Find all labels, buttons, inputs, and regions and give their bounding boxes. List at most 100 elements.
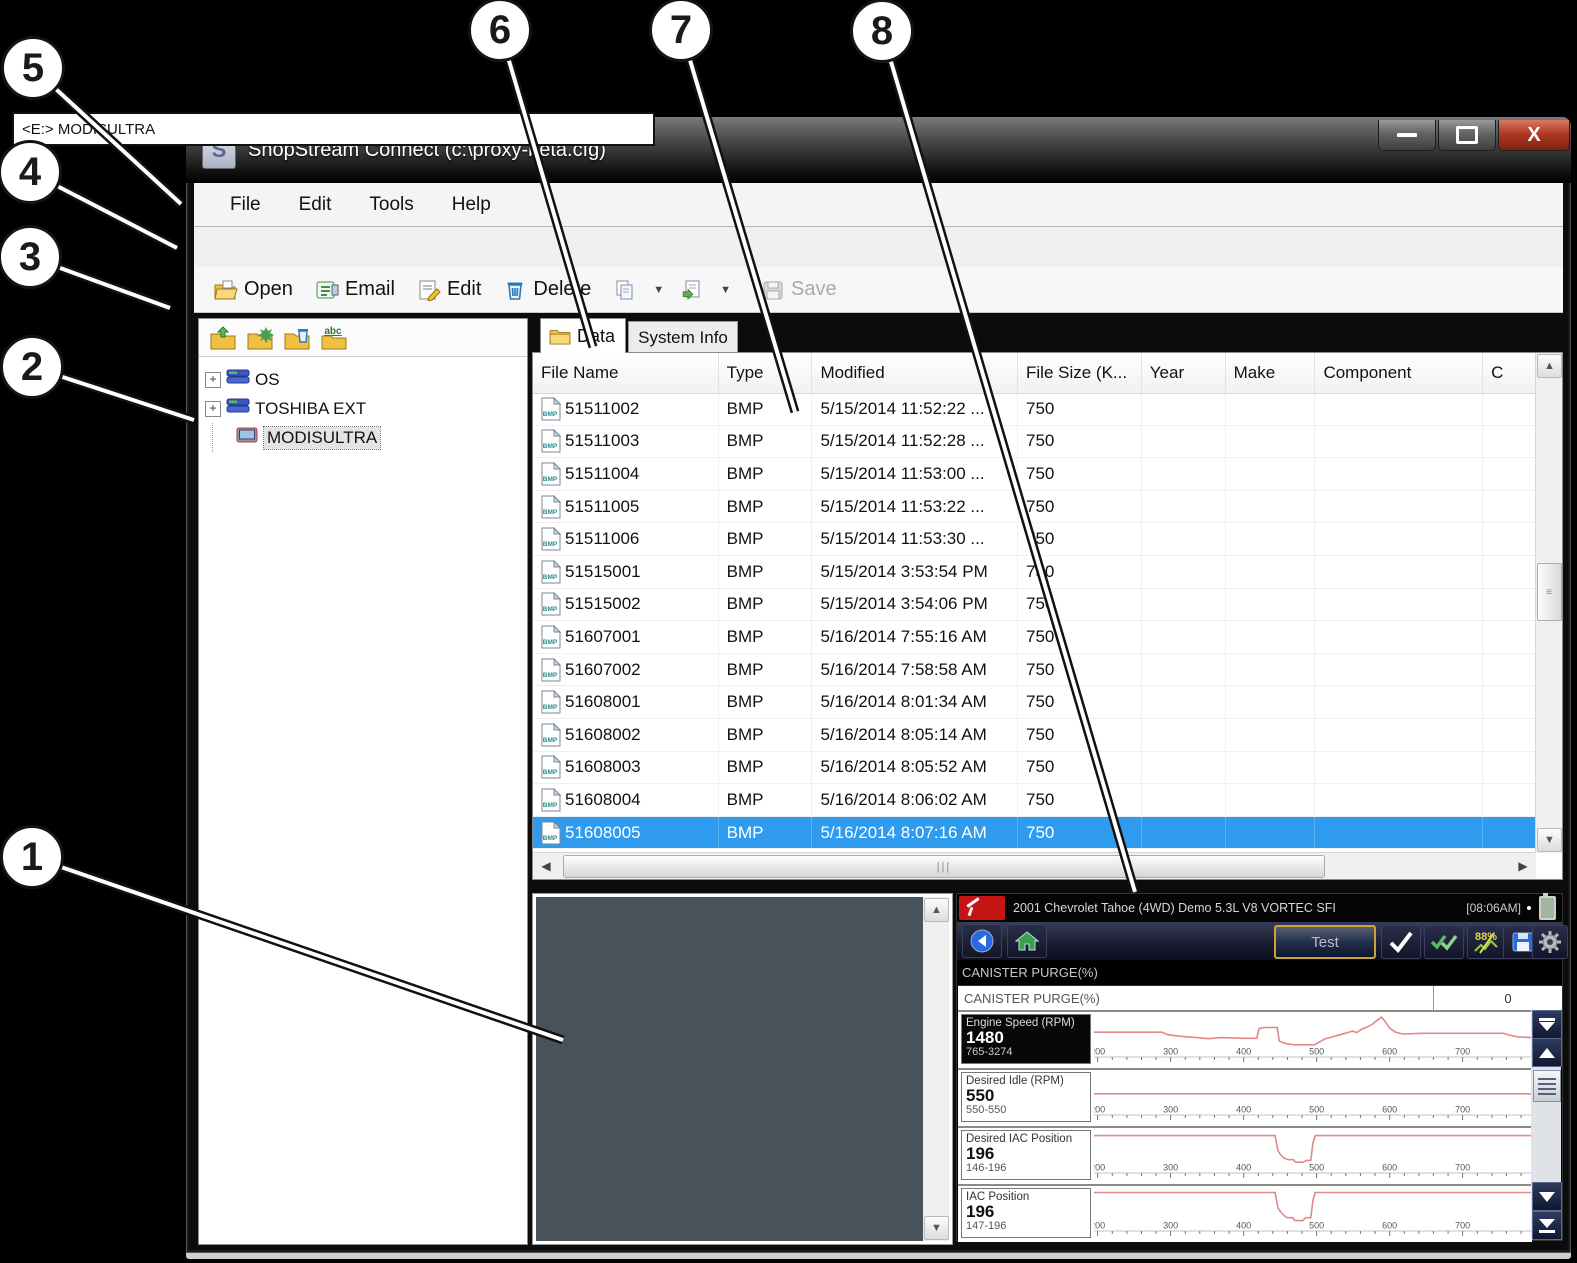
table-row-51515002[interactable]: BMP51515002BMP5/15/2014 3:54:06 PM750 (533, 589, 1536, 622)
table-cell (1483, 621, 1536, 653)
column-header-type[interactable]: Type (719, 353, 813, 393)
scroll-down-arrow-icon[interactable]: ▼ (924, 1216, 949, 1240)
menu-item-edit[interactable]: Edit (299, 194, 332, 216)
folder-rename-abc-icon[interactable]: abc (320, 325, 348, 351)
delete-button[interactable]: Delete (495, 275, 599, 304)
percent-graph-button[interactable]: 88% (1467, 925, 1507, 959)
tree-item--c-os[interactable]: + OS (203, 365, 523, 394)
data-review-button[interactable] (1424, 925, 1464, 959)
menu-bar: File Edit Tools Help (194, 183, 1563, 227)
settings-button[interactable] (1532, 925, 1568, 959)
scroll-thumb[interactable] (1533, 1070, 1561, 1102)
table-vertical-scrollbar[interactable]: ▲ ≡ ▼ (1535, 353, 1562, 853)
tab-system-info[interactable]: System Info (628, 321, 738, 354)
tree-toolbar: abc (199, 319, 527, 357)
confirm-button[interactable] (1381, 925, 1421, 959)
home-button[interactable] (1007, 924, 1047, 958)
menu-item-help[interactable]: Help (452, 194, 491, 216)
table-row-51608003[interactable]: BMP51608003BMP5/16/2014 8:05:52 AM750 (533, 752, 1536, 785)
test-button[interactable]: Test (1274, 925, 1376, 959)
scroll-bottom-button[interactable] (1532, 1211, 1562, 1240)
expand-plus-icon[interactable]: + (205, 372, 221, 388)
column-header-modified[interactable]: Modified (812, 353, 1018, 393)
scroll-down-button[interactable] (1532, 1182, 1562, 1211)
table-hscroll-thumb[interactable]: ||| (563, 855, 1325, 878)
close-button[interactable]: X (1498, 120, 1570, 151)
column-header-make[interactable]: Make (1226, 353, 1316, 393)
table-row-51515001[interactable]: BMP51515001BMP5/15/2014 3:53:54 PM750 (533, 556, 1536, 589)
table-horizontal-scrollbar[interactable]: ◀ ||| ▶ (533, 852, 1536, 879)
parameter-label-box[interactable]: IAC Position196147-196 (961, 1188, 1091, 1238)
parameter-label-box[interactable]: Desired IAC Position196146-196 (961, 1130, 1091, 1180)
column-header-c[interactable]: C (1483, 353, 1536, 393)
email-button[interactable]: Email (307, 275, 403, 304)
table-row-51511003[interactable]: BMP51511003BMP5/15/2014 11:52:28 ...750 (533, 426, 1536, 459)
table-cell (1226, 686, 1316, 718)
preview-vertical-scrollbar[interactable]: ▲ ▼ (923, 897, 949, 1241)
tree-item--e-modisultra[interactable]: MODISULTRA (203, 423, 523, 452)
scroll-up-button[interactable] (1532, 1038, 1562, 1067)
folder-new-icon[interactable] (246, 325, 274, 351)
file-name-cell: BMP51511002 (533, 393, 719, 425)
table-row-51608005[interactable]: BMP51608005BMP5/16/2014 8:07:16 AM750 (533, 817, 1536, 850)
vehicle-title: 2001 Chevrolet Tahoe (4WD) Demo 5.3L V8 … (1013, 901, 1466, 915)
scroll-top-button[interactable] (1532, 1010, 1562, 1039)
save-label: Save (791, 278, 837, 301)
table-row-51511004[interactable]: BMP51511004BMP5/15/2014 11:53:00 ...750 (533, 458, 1536, 491)
parameter-label: CANISTER PURGE(%) (964, 991, 1100, 1006)
folder-delete-icon[interactable] (283, 325, 311, 351)
table-cell (1315, 654, 1483, 686)
table-row-51511005[interactable]: BMP51511005BMP5/15/2014 11:53:22 ...750 (533, 491, 1536, 524)
table-row-51608004[interactable]: BMP51608004BMP5/16/2014 8:06:02 AM750 (533, 784, 1536, 817)
param-range: 147-196 (966, 1220, 1086, 1232)
folder-up-icon[interactable] (209, 325, 237, 351)
table-row-51608001[interactable]: BMP51608001BMP5/16/2014 8:01:34 AM750 (533, 686, 1536, 719)
tab-data[interactable]: Data (540, 318, 626, 353)
scroll-up-arrow-icon[interactable]: ▲ (924, 898, 949, 922)
table-row-51607002[interactable]: BMP51607002BMP5/16/2014 7:58:58 AM750 (533, 654, 1536, 687)
expand-plus-icon[interactable]: + (205, 401, 221, 417)
save-button[interactable]: Save (753, 275, 845, 304)
address-bar[interactable]: <E:> MODISULTRA (12, 112, 655, 146)
column-header-file-name[interactable]: File Name (533, 353, 719, 393)
copy-button[interactable] (605, 276, 645, 304)
scanner-toolbar: Test 88% (957, 922, 1562, 960)
table-cell (1142, 556, 1226, 588)
minimize-button[interactable] (1378, 120, 1436, 151)
copy-dropdown-icon[interactable]: ▼ (653, 284, 664, 296)
table-vscroll-thumb[interactable]: ≡ (1537, 563, 1562, 621)
scroll-right-arrow-icon[interactable]: ▶ (1512, 855, 1534, 876)
svg-text:BMP: BMP (543, 704, 558, 711)
table-cell (1226, 654, 1316, 686)
table-cell (1483, 393, 1536, 425)
table-row-51511002[interactable]: BMP51511002BMP5/15/2014 11:52:22 ...750 (533, 393, 1536, 426)
menu-item-file[interactable]: File (230, 194, 261, 216)
parameter-label-box[interactable]: Engine Speed (RPM)1480765-3274 (961, 1014, 1091, 1064)
table-row-51608002[interactable]: BMP51608002BMP5/16/2014 8:05:14 AM750 (533, 719, 1536, 752)
table-row-51511006[interactable]: BMP51511006BMP5/15/2014 11:53:30 ...750 (533, 523, 1536, 556)
import-dropdown-icon[interactable]: ▼ (720, 284, 731, 296)
column-header-component[interactable]: Component (1315, 353, 1483, 393)
callout-1: 1 (0, 825, 64, 889)
column-header-file-size-k-[interactable]: File Size (K... (1018, 353, 1142, 393)
tree-item--f-toshiba-ext[interactable]: + TOSHIBA EXT (203, 394, 523, 423)
table-row-51607001[interactable]: BMP51607001BMP5/16/2014 7:55:16 AM750 (533, 621, 1536, 654)
table-header[interactable]: File NameTypeModifiedFile Size (K...Year… (533, 353, 1536, 394)
scroll-up-arrow-icon[interactable]: ▲ (1537, 354, 1562, 378)
open-button[interactable]: Open (206, 275, 301, 304)
column-header-year[interactable]: Year (1142, 353, 1226, 393)
folder-icon (549, 327, 571, 345)
scroll-down-arrow-icon[interactable]: ▼ (1537, 828, 1562, 852)
scanner-brand-icon (959, 896, 1005, 920)
import-button[interactable] (672, 276, 712, 304)
scroll-left-arrow-icon[interactable]: ◀ (535, 855, 557, 876)
back-button[interactable] (962, 924, 1002, 958)
graph-panel-0: Engine Speed (RPM)1480765-32742003004005… (958, 1010, 1532, 1068)
parameter-label-box[interactable]: Desired Idle (RPM)550550-550 (961, 1072, 1091, 1122)
menu-item-tools[interactable]: Tools (369, 194, 413, 216)
edit-button[interactable]: Edit (409, 275, 489, 304)
table-cell (1483, 654, 1536, 686)
maximize-button[interactable] (1438, 120, 1496, 151)
table-cell (1142, 654, 1226, 686)
email-icon (315, 279, 339, 301)
